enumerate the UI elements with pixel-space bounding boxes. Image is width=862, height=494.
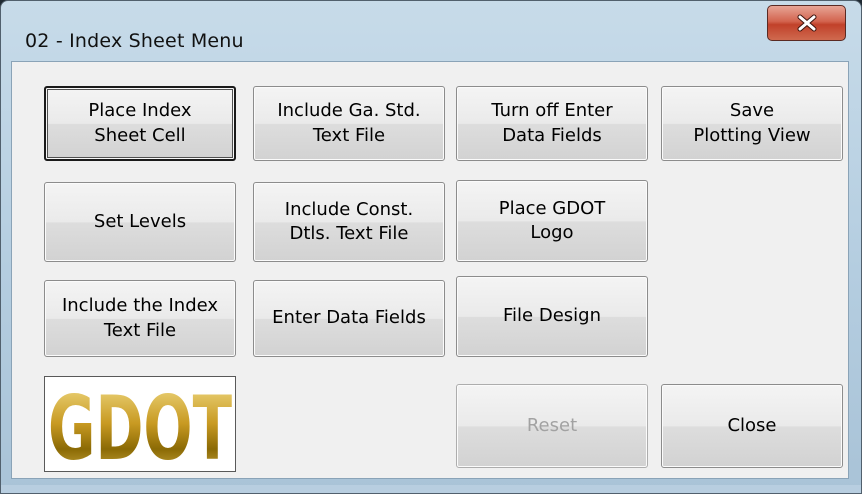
title-bar[interactable]: 02 - Index Sheet Menu [1,1,861,61]
reset-label: Reset [526,414,578,436]
include-ga-std-text-file-button[interactable]: Include Ga. Std. Text File [253,86,445,161]
turn-off-enter-data-fields-button[interactable]: Turn off Enter Data Fields [456,86,648,161]
window-bottom-border [1,485,861,493]
include-the-index-text-file-label: Include the Index Text File [61,295,219,341]
include-ga-std-text-file-label: Include Ga. Std. Text File [277,100,421,146]
window-close-button[interactable] [767,5,846,41]
gdot-logo-image: GDOT [48,377,232,471]
close-button[interactable]: Close [661,384,843,468]
include-the-index-text-file-button[interactable]: Include the Index Text File [44,280,236,357]
close-x-icon [797,14,816,32]
file-design-button[interactable]: File Design [456,276,648,357]
place-gdot-logo-button[interactable]: Place GDOT Logo [456,180,648,262]
place-index-sheet-cell-button[interactable]: Place Index Sheet Cell [44,86,236,161]
save-plotting-view-label: Save Plotting View [693,100,811,146]
dialog-client-area: Place Index Sheet Cell Include Ga. Std. … [11,61,849,479]
turn-off-enter-data-fields-label: Turn off Enter Data Fields [491,100,613,146]
place-gdot-logo-label: Place GDOT Logo [498,197,606,243]
dialog-window: 02 - Index Sheet Menu Place Index Sheet … [0,0,862,494]
include-const-dtls-text-file-button[interactable]: Include Const. Dtls. Text File [253,182,445,262]
place-index-sheet-cell-label: Place Index Sheet Cell [88,100,192,146]
save-plotting-view-button[interactable]: Save Plotting View [661,86,843,161]
gdot-logo: GDOT [44,376,236,472]
enter-data-fields-label: Enter Data Fields [272,307,426,329]
include-const-dtls-text-file-label: Include Const. Dtls. Text File [284,198,414,244]
close-label: Close [727,414,777,436]
set-levels-label: Set Levels [93,210,187,232]
gdot-logo-text: GDOT [48,377,232,471]
file-design-label: File Design [503,305,601,327]
set-levels-button[interactable]: Set Levels [44,182,236,262]
reset-button[interactable]: Reset [456,384,648,468]
enter-data-fields-button[interactable]: Enter Data Fields [253,280,445,357]
window-title: 02 - Index Sheet Menu [25,30,244,52]
